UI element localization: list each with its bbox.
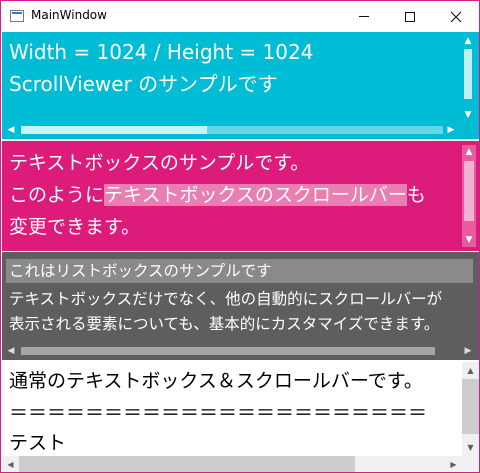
maximize-button[interactable] (387, 1, 433, 32)
minimize-icon (359, 16, 369, 17)
textbox-line-2: このようにテキストボックスのスクロールバーも (9, 179, 426, 211)
vertical-scroll-thumb[interactable] (464, 161, 474, 221)
list-item[interactable]: これはリストボックスのサンプルです (9, 259, 272, 284)
horizontal-scroll-thumb[interactable] (19, 456, 355, 472)
normal-horizontal-scrollbar[interactable]: ◀ ▶ (2, 456, 462, 472)
normal-textbox-line-2: ＝＝＝＝＝＝＝＝＝＝＝＝＝＝＝＝＝＝＝＝＝＝ (9, 402, 428, 424)
vertical-scroll-thumb[interactable] (462, 379, 479, 434)
scrollviewer-sample-label: ScrollViewer のサンプルです (9, 72, 278, 96)
custom-listbox[interactable]: これはリストボックスのサンプルです テキストボックスだけでなく、他の自動的にスク… (2, 252, 479, 360)
scroll-left-arrow-icon[interactable]: ◀ (5, 345, 17, 357)
window-icon (10, 10, 24, 22)
textbox-line-1: テキストボックスのサンプルです。 (9, 152, 310, 174)
minimize-button[interactable] (341, 1, 387, 32)
title-bar[interactable]: MainWindow (1, 1, 479, 32)
list-item[interactable]: テキストボックスだけでなく、他の自動的にスクロールバーが (9, 287, 442, 312)
scroll-left-arrow-icon[interactable]: ◀ (5, 124, 17, 136)
scroll-viewer-horizontal-scrollbar[interactable]: ◀ ▶ (5, 123, 459, 137)
scroll-right-arrow-icon[interactable]: ▶ (445, 456, 462, 472)
scroll-left-arrow-icon[interactable]: ◀ (2, 456, 19, 472)
scroll-viewer-vertical-scrollbar[interactable]: ▲ ▼ (461, 35, 475, 123)
selected-text: テキストボックスのスクロールバー (104, 184, 407, 206)
scrollbar-corner (460, 123, 476, 137)
textbox-line-3: 変更できます。 (9, 216, 141, 238)
horizontal-scroll-thumb[interactable] (21, 126, 207, 134)
scroll-down-arrow-icon[interactable]: ▼ (462, 439, 479, 456)
list-item[interactable]: 表示される要素についても、基本的にカスタマイズできます。 (9, 312, 439, 337)
textbox-line-2-pre: このように (9, 184, 105, 206)
vertical-scroll-thumb[interactable] (464, 49, 472, 99)
main-window: MainWindow Width = 1024 / Height = 1024 … (0, 0, 480, 473)
scroll-right-arrow-icon[interactable]: ▶ (445, 124, 457, 136)
textbox-line-2-post: も (406, 184, 426, 206)
normal-vertical-scrollbar[interactable]: ▲ ▼ (462, 362, 479, 456)
scroll-down-arrow-icon[interactable]: ▼ (462, 109, 474, 121)
textbox-vertical-scrollbar[interactable]: ▲ ▼ (462, 145, 476, 247)
scroll-up-arrow-icon[interactable]: ▲ (462, 362, 479, 379)
normal-textbox-line-3: テスト (9, 432, 67, 454)
close-icon (450, 11, 462, 22)
close-button[interactable] (433, 1, 479, 32)
scroll-viewer-panel[interactable]: Width = 1024 / Height = 1024 ScrollViewe… (2, 32, 479, 139)
horizontal-scroll-thumb[interactable] (21, 347, 435, 355)
custom-textbox[interactable]: テキストボックスのサンプルです。 このようにテキストボックスのスクロールバーも … (2, 141, 479, 251)
normal-textbox[interactable]: 通常のテキストボックス＆スクロールバーです。 ＝＝＝＝＝＝＝＝＝＝＝＝＝＝＝＝＝… (2, 362, 479, 472)
scroll-up-arrow-icon[interactable]: ▲ (462, 35, 474, 47)
normal-textbox-line-1: 通常のテキストボックス＆スクロールバーです。 (9, 370, 423, 392)
scroll-down-arrow-icon[interactable]: ▼ (463, 234, 475, 246)
scroll-up-arrow-icon[interactable]: ▲ (463, 146, 475, 158)
listbox-horizontal-scrollbar[interactable]: ◀ ▶ (5, 344, 477, 358)
scrollbar-corner (462, 456, 479, 472)
window-title: MainWindow (31, 8, 107, 22)
maximize-icon (405, 11, 415, 22)
size-label: Width = 1024 / Height = 1024 (9, 40, 314, 64)
scroll-right-arrow-icon[interactable]: ▶ (462, 345, 474, 357)
